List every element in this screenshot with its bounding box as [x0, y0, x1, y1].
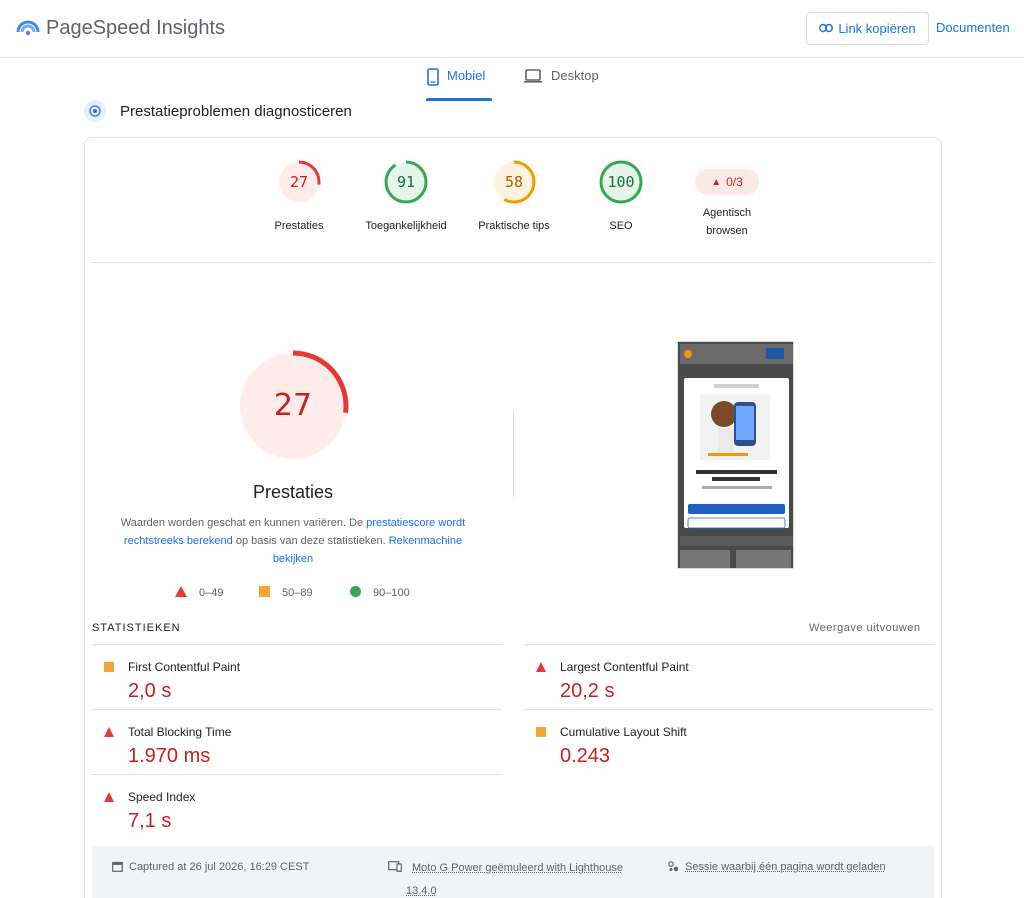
laptop-icon	[523, 68, 551, 87]
vertical-separator	[513, 411, 514, 497]
report-card: 27 Prestaties 91 Toegankelijkheid 58 Pra…	[84, 137, 942, 898]
metric-value: 2,0 s	[128, 680, 171, 703]
metric-name: Largest Contentful Paint	[560, 660, 689, 674]
gauge-ring: 91	[384, 160, 428, 204]
gauge-ring: 27	[277, 160, 321, 204]
device-icon	[388, 856, 408, 880]
metric-value: 7,1 s	[128, 810, 171, 833]
gauge-score: 27	[277, 160, 321, 204]
metric-value: 20,2 s	[560, 680, 614, 703]
agentic-score: 0/3	[726, 175, 743, 189]
metric-name: Total Blocking Time	[128, 725, 231, 739]
tab-mobile[interactable]: Mobiel	[427, 68, 485, 102]
performance-big-gauge: 27	[237, 350, 349, 462]
captured-at: Captured at 26 jul 2026, 16:29 CEST	[112, 856, 309, 880]
square-icon	[104, 662, 114, 672]
gauge-accessibility[interactable]: 91 Toegankelijkheid	[351, 160, 461, 235]
circle-icon	[350, 586, 361, 600]
triangle-icon	[175, 586, 187, 600]
brand[interactable]: PageSpeed Insights	[16, 14, 225, 43]
gauge-label: SEO	[566, 217, 676, 235]
category-gauges: 27 Prestaties 91 Toegankelijkheid 58 Pra…	[85, 138, 941, 263]
row-divider	[524, 644, 934, 645]
legend-range: 90–100	[373, 587, 410, 599]
session-icon	[668, 856, 685, 880]
gauge-label: Prestaties	[244, 217, 354, 235]
performance-title: Prestaties	[93, 482, 493, 503]
metric-name: First Contentful Paint	[128, 660, 240, 674]
diagnose-icon	[84, 100, 106, 122]
diagnose-title: Prestatieproblemen diagnosticeren	[120, 103, 352, 120]
metric-value: 0.243	[560, 745, 610, 768]
metric-fcp: First Contentful Paint 2,0 s	[92, 654, 492, 716]
row-divider	[92, 709, 502, 710]
row-divider	[92, 774, 502, 775]
legend-range: 0–49	[199, 587, 223, 599]
brand-title: PageSpeed Insights	[46, 17, 225, 40]
gauge-label: Toegankelijkheid	[351, 217, 461, 235]
gauge-ring: 58	[492, 160, 536, 204]
gauge-performance[interactable]: 27 Prestaties	[244, 160, 354, 235]
calendar-icon	[112, 856, 129, 880]
gauge-score: 100	[599, 160, 643, 204]
pagespeed-logo-icon	[16, 14, 40, 43]
metric-lcp: Largest Contentful Paint 20,2 s	[524, 654, 924, 716]
final-screenshot-thumbnail[interactable]	[677, 341, 794, 569]
top-bar: PageSpeed Insights Link kopiëren Documen…	[0, 0, 1024, 58]
gauge-ring: 100	[599, 160, 643, 204]
metric-speed-index: Speed Index 7,1 s	[92, 784, 492, 846]
gauge-seo[interactable]: 100 SEO	[566, 160, 676, 235]
legend-pass: 90–100	[350, 586, 410, 600]
legend-fail: 0–49	[175, 586, 223, 600]
captured-text: Captured at 26 jul 2026, 16:29 CEST	[129, 856, 309, 878]
warning-triangle-icon: ▲	[711, 177, 721, 188]
row-divider	[524, 709, 934, 710]
docs-link[interactable]: Documenten	[936, 20, 1010, 35]
tab-desktop-label: Desktop	[551, 68, 599, 83]
performance-big-score: 27	[237, 350, 349, 462]
lighthouse-version: 13.4.0	[406, 885, 437, 897]
gauge-agentic-browsing[interactable]: ▲ 0/3 Agentisch browsen	[672, 160, 782, 240]
copy-link-button[interactable]: Link kopiëren	[806, 12, 929, 45]
square-icon	[259, 586, 270, 600]
legend-range: 50–89	[282, 587, 313, 599]
device-tabs: Mobiel Desktop	[0, 60, 1024, 102]
desc-text: op basis van deze statistieken.	[233, 535, 389, 547]
row-divider	[92, 644, 502, 645]
active-tab-indicator	[426, 98, 492, 101]
metric-name: Speed Index	[128, 790, 195, 804]
metric-tbt: Total Blocking Time 1.970 ms	[92, 719, 492, 781]
legend-average: 50–89	[259, 586, 313, 600]
gauge-score: 91	[384, 160, 428, 204]
gauge-best-practices[interactable]: 58 Praktische tips	[459, 160, 569, 235]
gauge-label: Praktische tips	[459, 217, 569, 235]
emulated-device[interactable]: Moto G Power geëmuleerd with Lighthouse 1…	[388, 856, 648, 898]
diagnose-heading: Prestatieproblemen diagnosticeren	[84, 100, 352, 122]
agentic-badge: ▲ 0/3	[695, 169, 759, 195]
tab-mobile-label: Mobiel	[447, 68, 485, 83]
triangle-icon	[104, 727, 114, 737]
triangle-icon	[104, 792, 114, 802]
stats-heading: STATISTIEKEN	[92, 622, 181, 634]
metric-cls: Cumulative Layout Shift 0.243	[524, 719, 924, 781]
tab-desktop[interactable]: Desktop	[523, 68, 599, 102]
performance-description: Waarden worden geschat en kunnen variëre…	[103, 514, 483, 568]
session-type[interactable]: Sessie waarbij één pagina wordt geladen	[668, 856, 886, 880]
session-text: Sessie waarbij één pagina wordt geladen	[685, 856, 886, 878]
gauges-divider	[92, 262, 934, 263]
metric-name: Cumulative Layout Shift	[560, 725, 687, 739]
gauge-score: 58	[492, 160, 536, 204]
triangle-icon	[536, 662, 546, 672]
metric-value: 1.970 ms	[128, 745, 210, 768]
desc-text: Waarden worden geschat en kunnen variëre…	[121, 517, 366, 529]
score-legend: 0–49 50–89 90–100	[175, 586, 475, 602]
gauge-label: Agentisch browsen	[672, 204, 782, 240]
runtime-settings: Captured at 26 jul 2026, 16:29 CEST Moto…	[92, 846, 934, 898]
expand-view-toggle[interactable]: Weergave uitvouwen	[809, 622, 921, 634]
device-text: Moto G Power geëmuleerd with Lighthouse	[412, 862, 623, 874]
copy-link-label: Link kopiëren	[838, 21, 915, 36]
square-icon	[536, 727, 546, 737]
smartphone-icon	[427, 68, 447, 89]
link-icon	[819, 21, 838, 36]
